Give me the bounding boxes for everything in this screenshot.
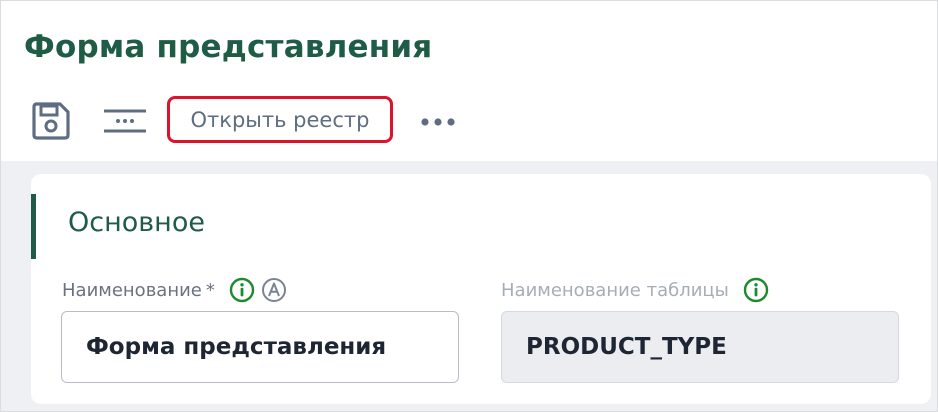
form-window: Форма представления Открыть реестр Основ… bbox=[0, 0, 938, 412]
name-input[interactable]: Форма представления bbox=[61, 311, 459, 383]
page-header: Форма представления Открыть реестр bbox=[1, 1, 937, 161]
section-title: Основное bbox=[68, 207, 205, 238]
table-name-field-label: Наименование таблицы bbox=[501, 279, 729, 301]
save-button[interactable] bbox=[31, 101, 71, 141]
name-field-label: Наименование bbox=[62, 279, 202, 301]
auto-letter-a-icon[interactable] bbox=[261, 277, 287, 303]
open-registry-button[interactable]: Открыть реестр bbox=[167, 96, 393, 143]
required-mark: * bbox=[205, 279, 215, 301]
table-name-field-label-group: Наименование таблицы bbox=[501, 277, 769, 303]
page-title: Форма представления bbox=[24, 29, 433, 65]
info-icon[interactable] bbox=[229, 277, 255, 303]
toolbar: Открыть реестр bbox=[1, 95, 601, 145]
list-settings-button[interactable] bbox=[101, 101, 149, 141]
save-icon bbox=[32, 102, 70, 140]
more-dots-icon bbox=[421, 118, 455, 126]
section-accent-bar bbox=[31, 194, 36, 259]
table-name-input-value: PRODUCT_TYPE bbox=[526, 334, 727, 360]
name-input-value: Форма представления bbox=[86, 334, 387, 360]
open-registry-label: Открыть реестр bbox=[190, 107, 370, 132]
list-settings-icon bbox=[104, 109, 146, 133]
table-name-input[interactable]: PRODUCT_TYPE bbox=[501, 311, 899, 383]
more-actions-button[interactable] bbox=[413, 101, 463, 141]
name-field-label-group: Наименование * bbox=[62, 277, 287, 303]
info-icon[interactable] bbox=[743, 277, 769, 303]
